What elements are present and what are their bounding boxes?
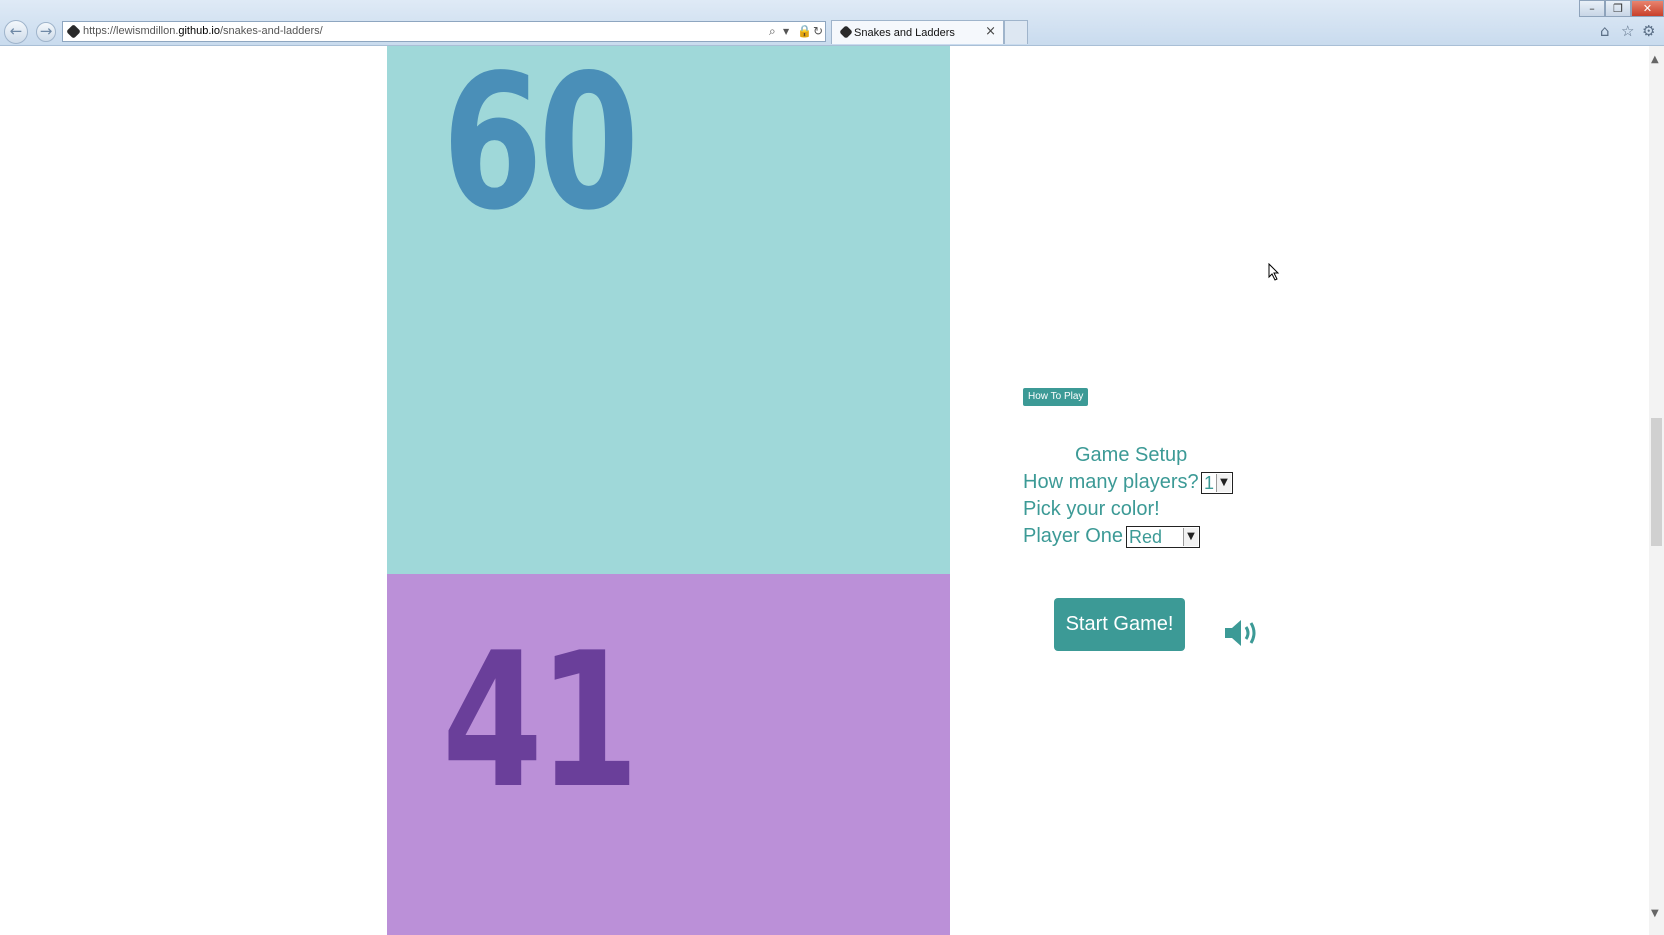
color-select-value: Red (1129, 527, 1163, 547)
players-select-value: 1 (1204, 473, 1215, 493)
gear-icon[interactable]: ⚙ (1642, 22, 1655, 40)
vertical-scrollbar[interactable]: ▲ ▼ (1649, 46, 1664, 935)
player-one-label: Player One (1023, 525, 1124, 547)
close-icon[interactable]: × (985, 24, 996, 39)
browser-chrome: ← → https://lewismdillon.github.io/snake… (0, 0, 1664, 46)
players-select[interactable]: 1 ▼ (1201, 472, 1233, 494)
mouse-cursor-icon (1268, 263, 1280, 281)
url-text: https://lewismdillon.github.io/snakes-an… (83, 25, 323, 37)
chevron-down-icon: ▼ (1216, 474, 1231, 492)
refresh-icon[interactable]: ↻ (813, 24, 823, 38)
tab-site-icon (839, 25, 853, 39)
game-sidebar: How To Play Game Setup How many players?… (1020, 46, 1320, 935)
player-one-color-select[interactable]: Red ▼ (1126, 526, 1200, 548)
scroll-up-icon[interactable]: ▲ (1651, 54, 1659, 65)
speaker-icon[interactable] (1223, 617, 1261, 649)
players-label: How many players? (1023, 471, 1199, 493)
favorites-star-icon[interactable]: ☆ (1621, 22, 1634, 40)
game-setup-title: Game Setup (1075, 444, 1188, 466)
how-to-play-button[interactable]: How To Play (1023, 388, 1089, 406)
forward-icon[interactable]: → (36, 22, 56, 42)
site-icon (66, 24, 81, 39)
page-viewport: 60 41 How To Play Game Setup How many pl… (0, 46, 1649, 935)
board-tile: 60 (387, 46, 950, 574)
tab-snakes-and-ladders[interactable]: Snakes and Ladders × (831, 20, 1004, 44)
close-window-icon[interactable]: ✕ (1631, 0, 1664, 17)
tile-number: 41 (442, 612, 639, 829)
search-icon[interactable]: ⌕ (769, 24, 776, 39)
tile-number: 60 (442, 46, 639, 251)
pick-color-label: Pick your color! (1023, 498, 1160, 520)
tab-title: Snakes and Ladders (854, 27, 955, 39)
start-game-button[interactable]: Start Game! (1054, 598, 1185, 651)
restore-icon[interactable]: ❐ (1605, 0, 1631, 17)
scroll-down-icon[interactable]: ▼ (1651, 908, 1659, 919)
minimize-icon[interactable]: – (1579, 0, 1605, 17)
home-icon[interactable]: ⌂ (1600, 22, 1610, 40)
board-tile: 41 (387, 574, 950, 935)
back-icon[interactable]: ← (4, 20, 28, 44)
new-tab-button[interactable] (1004, 20, 1028, 44)
chevron-down-icon: ▼ (1183, 528, 1198, 546)
address-bar[interactable]: https://lewismdillon.github.io/snakes-an… (62, 21, 826, 42)
lock-icon[interactable]: 🔒 (797, 24, 812, 38)
chevron-down-icon[interactable]: ▼ (783, 27, 789, 36)
scroll-thumb[interactable] (1651, 418, 1662, 546)
